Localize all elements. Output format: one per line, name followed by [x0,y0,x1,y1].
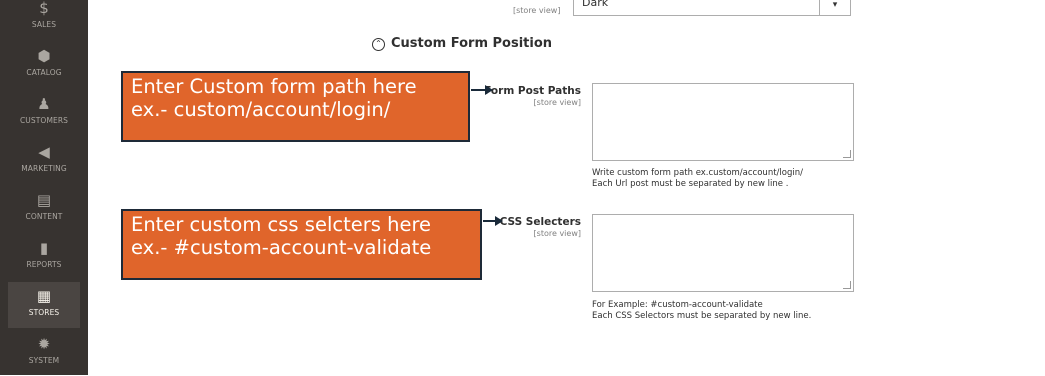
dollar-icon: $ [39,0,49,17]
layout-icon: ▤ [36,191,52,209]
arrow-line [483,220,495,222]
store-view-scope: [store view] [513,6,561,15]
section-title: Custom Form Position [391,36,553,51]
note-line: Write custom form path ex.custom/account… [592,168,803,178]
chevron-down-icon[interactable]: ▾ [819,0,850,15]
callout-line: ex.- #custom-account-validate [131,236,432,259]
nav-item-label: CONTENT [25,212,63,221]
form-post-paths-note: Write custom form path ex.custom/account… [592,168,803,190]
form-post-paths-scope: [store view] [533,98,581,107]
storefront-icon: ▦ [36,287,52,305]
nav-item-label: STORES [28,308,60,317]
css-selecters-textarea[interactable] [592,214,854,292]
nav-item-system[interactable]: ✹ SYSTEM [8,330,80,376]
nav-item-reports[interactable]: ▮ REPORTS [8,234,80,280]
css-selecters-label: CSS Selecters [499,216,581,228]
theme-select-value: Dark [582,0,609,9]
section-toggle-custom-form-position[interactable]: ⌃ Custom Form Position [372,36,552,51]
css-selecters-scope: [store view] [533,229,581,238]
note-line: For Example: #custom-account-validate [592,300,763,310]
form-post-paths-textarea[interactable] [592,83,854,161]
nav-item-label: REPORTS [26,260,62,269]
note-line: Each CSS Selectors must be separated by … [592,311,812,321]
callout-line: ex.- custom/account/login/ [131,98,391,121]
nav-item-label: SALES [31,20,57,29]
arrow-head-icon [495,216,503,226]
note-line: Each Url post must be separated by new l… [592,179,789,189]
callout-css: Enter custom css selcters here ex.- #cus… [121,209,482,280]
megaphone-icon: ◀ [38,143,50,161]
nav-item-catalog[interactable]: ⬢ CATALOG [8,42,80,88]
admin-sidebar: $ SALES ⬢ CATALOG ♟ CUSTOMERS ◀ MARKETIN… [0,0,88,375]
nav-item-label: CATALOG [26,68,62,77]
arrow-line [471,89,485,91]
callout-line: Enter custom css selcters here [131,213,432,236]
collapse-icon: ⌃ [372,38,385,51]
nav-item-content[interactable]: ▤ CONTENT [8,186,80,232]
css-selecters-note: For Example: #custom-account-validate Ea… [592,300,811,322]
callout-form-path: Enter Custom form path here ex.- custom/… [121,71,470,142]
nav-item-label: CUSTOMERS [19,116,69,125]
nav-item-sales[interactable]: $ SALES [8,0,80,40]
arrow-head-icon [485,85,493,95]
gear-icon: ✹ [37,335,51,353]
resize-handle[interactable] [843,150,851,158]
nav-item-stores[interactable]: ▦ STORES [8,282,80,328]
bar-chart-icon: ▮ [39,239,49,257]
callout-line: Enter Custom form path here [131,75,417,98]
nav-item-label: MARKETING [21,164,67,173]
resize-handle[interactable] [843,281,851,289]
cube-icon: ⬢ [37,47,51,65]
theme-select[interactable]: Dark ▾ [573,0,851,16]
nav-item-label: SYSTEM [28,356,60,365]
person-icon: ♟ [37,95,51,113]
nav-item-marketing[interactable]: ◀ MARKETING [8,138,80,184]
nav-item-customers[interactable]: ♟ CUSTOMERS [8,90,80,136]
